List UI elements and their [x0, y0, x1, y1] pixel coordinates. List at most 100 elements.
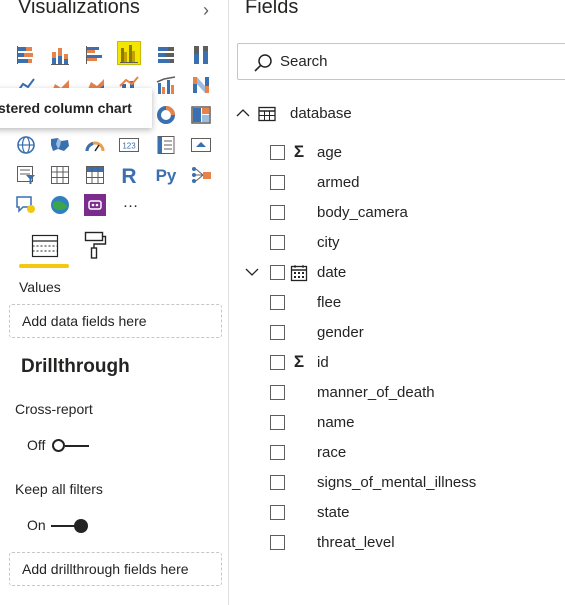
- matrix-icon[interactable]: [84, 164, 106, 186]
- multi-row-card-icon[interactable]: [155, 134, 177, 156]
- card-icon[interactable]: 123: [118, 134, 140, 156]
- format-paint-roller-icon[interactable]: [82, 230, 108, 260]
- svg-text:Py: Py: [156, 166, 177, 185]
- field-name: id: [317, 354, 329, 371]
- cross-report-state: Off: [27, 437, 46, 453]
- visual-tooltip: stered column chart: [0, 88, 152, 128]
- donut-chart-icon[interactable]: [155, 104, 177, 126]
- cross-report-label: Cross-report: [15, 401, 93, 417]
- field-name: race: [317, 444, 347, 461]
- chevron-down-icon[interactable]: [244, 264, 260, 280]
- toggle-knob: [74, 519, 88, 533]
- keep-all-filters-toggle[interactable]: On: [27, 517, 97, 535]
- field-checkbox[interactable]: [270, 415, 285, 430]
- field-row-name[interactable]: name: [230, 411, 565, 435]
- r-visual-icon[interactable]: R: [118, 164, 140, 186]
- field-checkbox[interactable]: [270, 295, 285, 310]
- field-name: signs_of_mental_illness: [317, 474, 477, 491]
- clustered-column-chart-icon[interactable]: [117, 41, 141, 65]
- filled-map-icon[interactable]: [49, 134, 71, 156]
- gauge-icon[interactable]: [84, 134, 106, 156]
- search-input[interactable]: [280, 46, 560, 77]
- fields-pane: Fields database Σage armed body_cameracity…: [230, 0, 565, 605]
- python-visual-icon[interactable]: Py: [153, 164, 179, 186]
- keep-all-filters-state: On: [27, 517, 46, 533]
- table-name: database: [290, 105, 352, 122]
- ribbon-chart-icon[interactable]: [190, 74, 212, 96]
- field-name: gender: [317, 324, 364, 341]
- field-checkbox[interactable]: [270, 535, 285, 550]
- svg-text:R: R: [121, 165, 136, 186]
- field-checkbox[interactable]: [270, 175, 285, 190]
- field-name: date: [317, 264, 347, 281]
- treemap-icon[interactable]: [190, 104, 212, 126]
- active-tab-indicator: [19, 264, 69, 268]
- slicer-icon[interactable]: [15, 164, 37, 186]
- field-checkbox[interactable]: [270, 505, 285, 520]
- field-name: body_camera: [317, 204, 408, 221]
- custom-visual-icon[interactable]: [84, 194, 106, 216]
- 100-stacked-bar-chart-icon[interactable]: [155, 44, 177, 66]
- field-row-id[interactable]: Σid: [230, 351, 565, 375]
- keep-all-filters-label: Keep all filters: [15, 481, 103, 497]
- search-icon: [254, 54, 272, 72]
- chevron-up-icon[interactable]: [235, 105, 251, 121]
- field-row-city[interactable]: city: [230, 231, 565, 255]
- fields-tab-icon[interactable]: [30, 232, 60, 260]
- drillthrough-drop-well[interactable]: Add drillthrough fields here: [9, 552, 222, 586]
- calendar-icon: [290, 265, 308, 282]
- field-name: armed: [317, 174, 360, 191]
- field-checkbox[interactable]: [270, 475, 285, 490]
- field-checkbox[interactable]: [270, 265, 285, 280]
- toggle-track: [65, 445, 89, 447]
- qa-icon[interactable]: [15, 194, 37, 216]
- globe-map-icon[interactable]: [15, 134, 37, 156]
- sigma-icon: Σ: [293, 352, 305, 371]
- field-checkbox[interactable]: [270, 385, 285, 400]
- visualizations-title: Visualizations: [18, 0, 140, 18]
- field-row-age[interactable]: Σage: [230, 141, 565, 165]
- table-node[interactable]: database: [230, 102, 565, 126]
- field-name: age: [317, 144, 343, 161]
- field-row-state[interactable]: state: [230, 501, 565, 525]
- clustered-bar-chart-icon[interactable]: [84, 44, 106, 66]
- field-name: name: [317, 414, 355, 431]
- field-checkbox[interactable]: [270, 445, 285, 460]
- cross-report-toggle[interactable]: Off: [27, 437, 97, 455]
- field-row-gender[interactable]: gender: [230, 321, 565, 345]
- toggle-knob: [52, 439, 65, 452]
- field-row-race[interactable]: race: [230, 441, 565, 465]
- field-checkbox[interactable]: [270, 145, 285, 160]
- svg-text:123: 123: [122, 142, 136, 151]
- field-name: manner_of_death: [317, 384, 435, 401]
- field-row-armed[interactable]: armed: [230, 171, 565, 195]
- drillthrough-heading: Drillthrough: [21, 356, 130, 377]
- 100-stacked-column-chart-icon[interactable]: [190, 44, 212, 66]
- values-drop-well[interactable]: Add data fields here: [9, 304, 222, 338]
- table-visual-icon[interactable]: [49, 164, 71, 186]
- field-row-body-camera[interactable]: body_camera: [230, 201, 565, 225]
- stacked-bar-chart-icon[interactable]: [15, 44, 37, 66]
- more-visuals-icon[interactable]: …: [120, 194, 142, 216]
- field-row-date[interactable]: date: [230, 261, 565, 285]
- field-row-signs-of-mental-illness[interactable]: signs_of_mental_illness: [230, 471, 565, 495]
- field-checkbox[interactable]: [270, 355, 285, 370]
- line-and-clustered-column-icon[interactable]: [155, 74, 177, 96]
- kpi-icon[interactable]: [190, 134, 212, 156]
- collapse-pane-chevron-icon[interactable]: ›: [203, 0, 209, 21]
- key-influencers-icon[interactable]: [190, 164, 212, 186]
- field-checkbox[interactable]: [270, 235, 285, 250]
- stacked-column-chart-icon[interactable]: [49, 44, 71, 66]
- field-row-threat-level[interactable]: threat_level: [230, 531, 565, 555]
- toggle-track: [51, 525, 75, 527]
- visualizations-pane: Visualizations › 123 R Py … stered colum…: [0, 0, 229, 605]
- arcgis-map-icon[interactable]: [49, 194, 71, 216]
- field-checkbox[interactable]: [270, 325, 285, 340]
- field-checkbox[interactable]: [270, 205, 285, 220]
- field-name: threat_level: [317, 534, 395, 551]
- field-row-flee[interactable]: flee: [230, 291, 565, 315]
- field-name: city: [317, 234, 340, 251]
- search-box[interactable]: [237, 43, 565, 80]
- field-name: flee: [317, 294, 342, 311]
- field-row-manner-of-death[interactable]: manner_of_death: [230, 381, 565, 405]
